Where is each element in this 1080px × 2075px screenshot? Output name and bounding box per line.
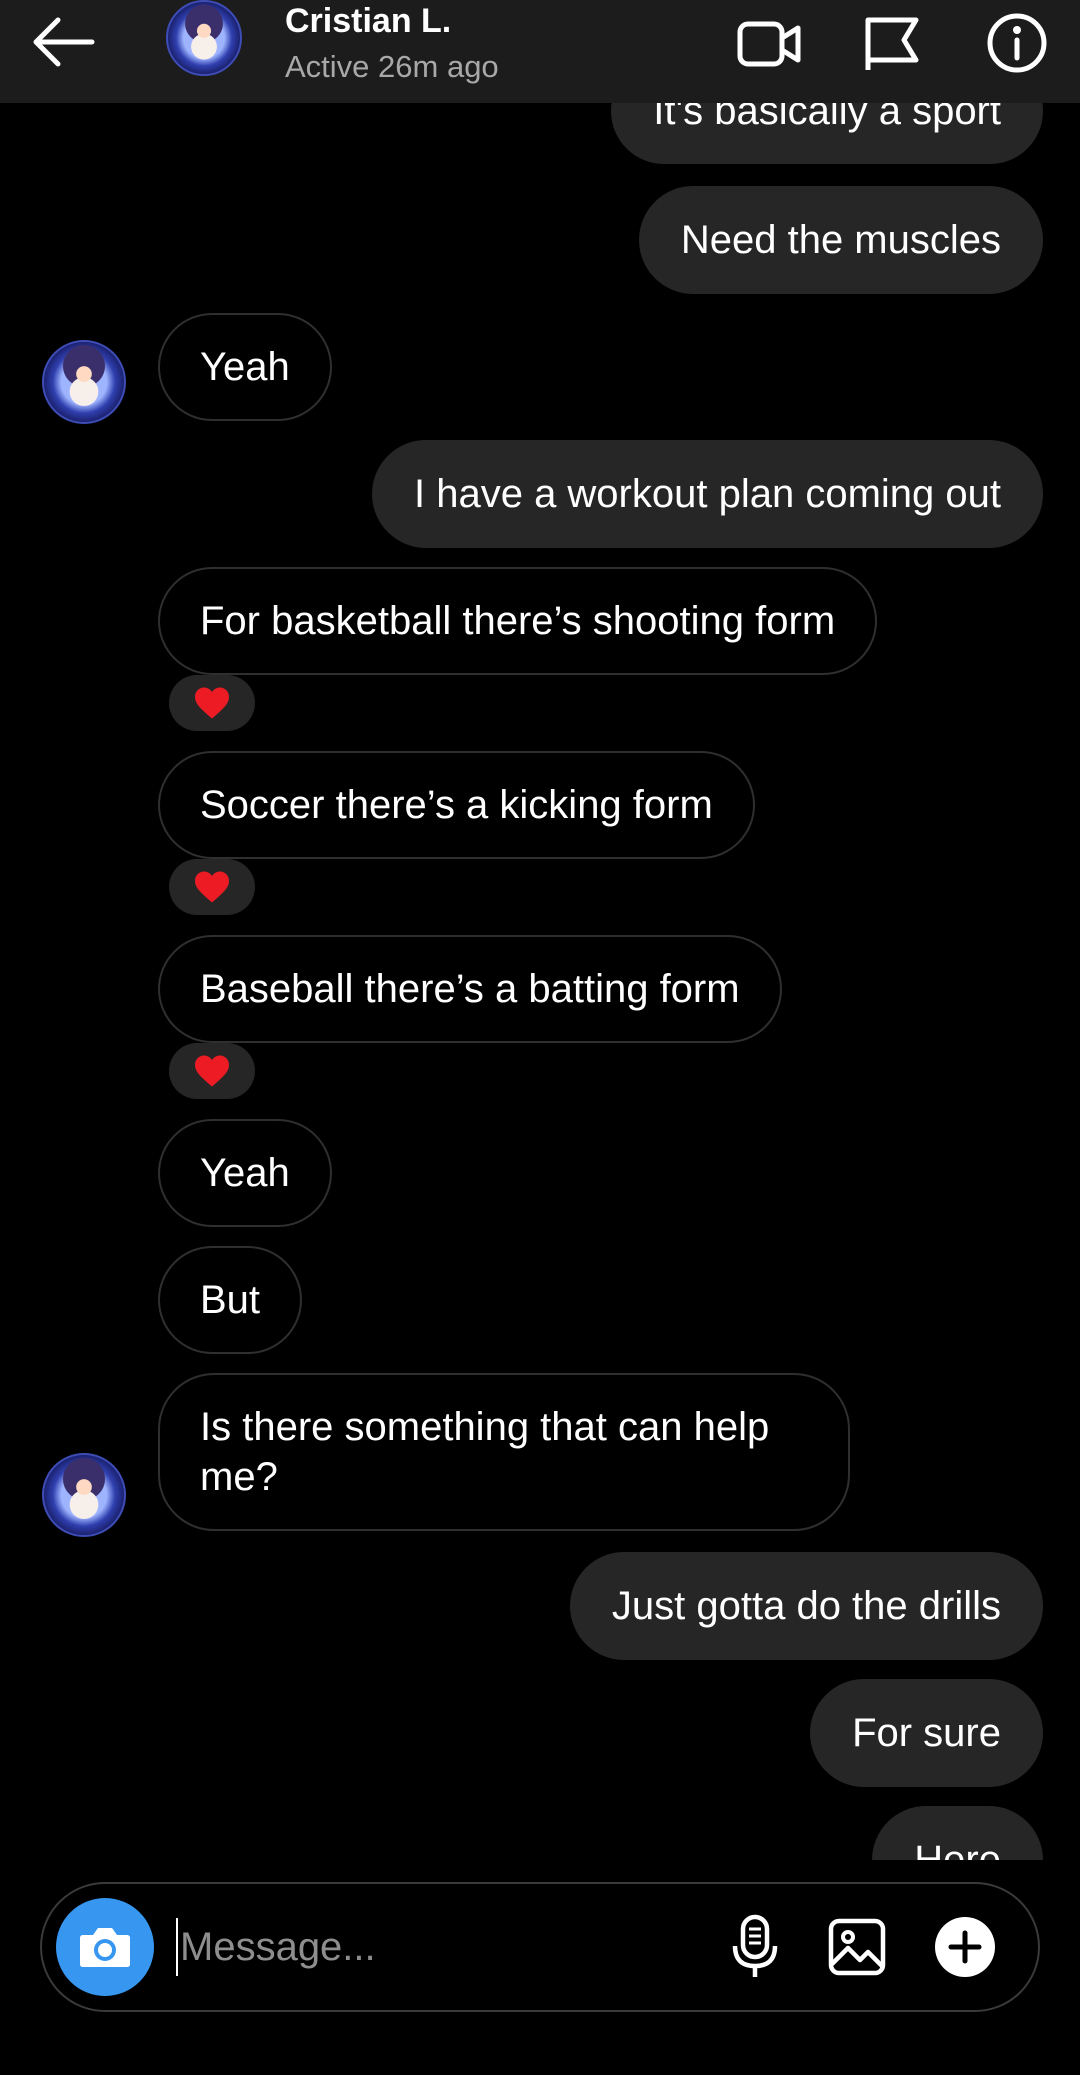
arrow-left-icon[interactable]	[28, 14, 98, 70]
contact-avatar[interactable]	[42, 340, 126, 424]
heart-reaction[interactable]	[169, 859, 255, 915]
message-bubble-received[interactable]: Yeah	[158, 313, 332, 421]
message-bubble-received[interactable]: For basketball there’s shooting form	[158, 567, 878, 675]
dm-screen: It's basically a sport Need the muscles …	[0, 0, 1080, 2075]
heart-icon	[195, 1055, 229, 1087]
message-bubble-received[interactable]: Is there something that can help me?	[158, 1373, 850, 1531]
flag-icon[interactable]	[858, 12, 924, 74]
camera-icon	[80, 1928, 130, 1967]
camera-button[interactable]	[56, 1898, 154, 1996]
info-icon[interactable]	[984, 12, 1050, 74]
message-list[interactable]: It's basically a sport Need the muscles …	[0, 0, 1080, 1860]
message-bubble-sent[interactable]: For sure	[810, 1679, 1043, 1787]
message-input[interactable]	[180, 1916, 560, 1978]
heart-reaction[interactable]	[169, 675, 255, 731]
video-call-icon[interactable]	[736, 12, 802, 74]
message-bubble-sent[interactable]: I have a workout plan coming out	[371, 440, 1043, 548]
plus-circle-icon[interactable]	[932, 1914, 998, 1980]
contact-name[interactable]: Cristian L.	[285, 0, 451, 42]
contact-avatar[interactable]	[42, 1453, 126, 1537]
active-status: Active 26m ago	[285, 49, 499, 84]
microphone-icon[interactable]	[722, 1914, 788, 1980]
message-bubble-received[interactable]: Yeah	[158, 1119, 332, 1227]
message-bubble-received[interactable]: Soccer there’s a kicking form	[158, 751, 755, 859]
message-bubble-received[interactable]: But	[158, 1246, 303, 1354]
heart-icon	[195, 871, 229, 903]
message-bubble-received[interactable]: Baseball there’s a batting form	[158, 935, 782, 1043]
heart-icon	[195, 687, 229, 719]
chat-header: Cristian L. Active 26m ago	[0, 0, 1080, 103]
message-bubble-sent[interactable]: Need the muscles	[638, 186, 1043, 294]
contact-avatar[interactable]	[166, 0, 242, 76]
image-icon[interactable]	[824, 1914, 890, 1980]
text-caret	[176, 1918, 178, 1976]
message-bubble-sent[interactable]: Just gotta do the drills	[569, 1552, 1043, 1660]
message-bubble-sent[interactable]: Here	[872, 1806, 1043, 1860]
message-composer	[40, 1882, 1040, 2012]
heart-reaction[interactable]	[169, 1043, 255, 1099]
